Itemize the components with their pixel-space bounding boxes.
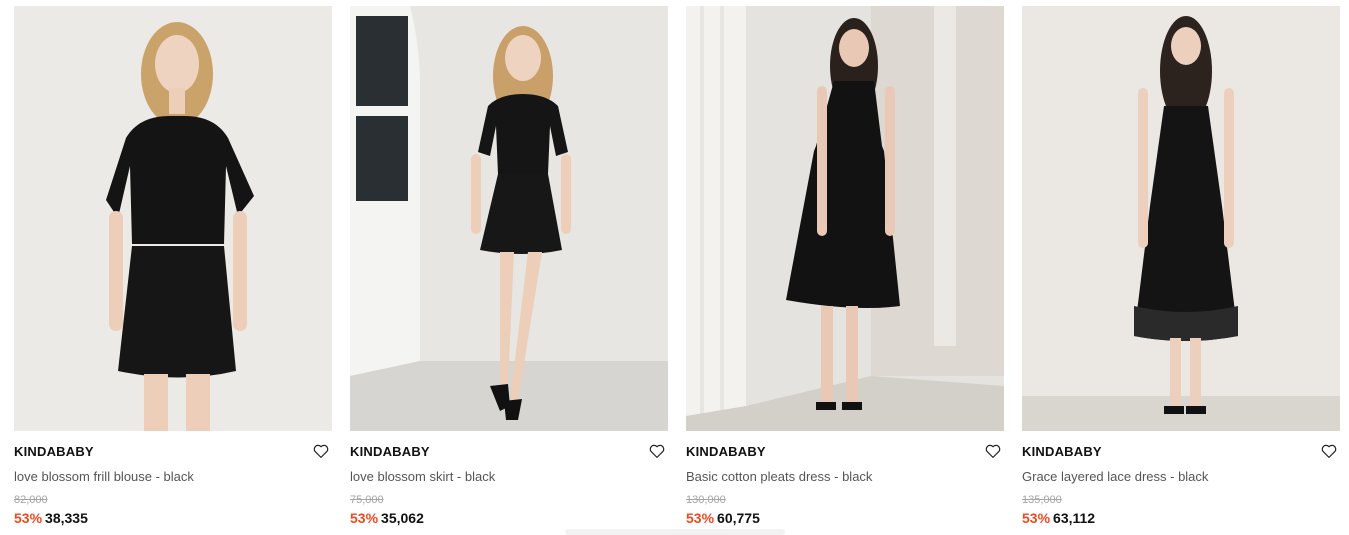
product-image[interactable] <box>350 6 668 431</box>
product-name[interactable]: Grace layered lace dress - black <box>1022 469 1208 484</box>
discount-rate: 53% <box>350 510 379 526</box>
product-card: KINDABABY love blossom skirt - black 75,… <box>350 6 668 535</box>
product-card: KINDABABY Basic cotton pleats dress - bl… <box>686 6 1004 535</box>
discount-rate: 53% <box>14 510 43 526</box>
product-card: KINDABABY love blossom frill blouse - bl… <box>14 6 332 535</box>
sale-price: 38,335 <box>45 510 88 526</box>
original-price: 75,000 <box>350 494 384 506</box>
product-name[interactable]: Basic cotton pleats dress - black <box>686 469 872 484</box>
original-price: 135,000 <box>1022 494 1062 506</box>
sale-price: 60,775 <box>717 510 760 526</box>
brand-name[interactable]: KINDABABY <box>1022 444 1102 459</box>
heart-outline-icon[interactable] <box>648 442 666 460</box>
price-row: 53% 63,112 <box>1022 510 1095 526</box>
brand-name[interactable]: KINDABABY <box>14 444 94 459</box>
product-name[interactable]: love blossom skirt - black <box>350 469 495 484</box>
product-image[interactable] <box>686 6 1004 431</box>
brand-name[interactable]: KINDABABY <box>686 444 766 459</box>
product-image[interactable] <box>1022 6 1340 431</box>
product-image[interactable] <box>14 6 332 431</box>
heart-outline-icon[interactable] <box>984 442 1002 460</box>
product-photo-illustration <box>350 6 668 431</box>
horizontal-scroll-indicator[interactable] <box>565 529 785 535</box>
original-price: 82,000 <box>14 494 48 506</box>
sale-price: 35,062 <box>381 510 424 526</box>
brand-name[interactable]: KINDABABY <box>350 444 430 459</box>
discount-rate: 53% <box>686 510 715 526</box>
product-grid: KINDABABY love blossom frill blouse - bl… <box>0 0 1349 535</box>
original-price: 130,000 <box>686 494 726 506</box>
heart-outline-icon[interactable] <box>1320 442 1338 460</box>
price-row: 53% 35,062 <box>350 510 424 526</box>
price-row: 53% 38,335 <box>14 510 88 526</box>
product-photo-illustration <box>14 6 332 431</box>
discount-rate: 53% <box>1022 510 1051 526</box>
heart-outline-icon[interactable] <box>312 442 330 460</box>
product-card: KINDABABY Grace layered lace dress - bla… <box>1022 6 1340 535</box>
product-photo-illustration <box>686 6 1004 431</box>
price-row: 53% 60,775 <box>686 510 760 526</box>
product-photo-illustration <box>1022 6 1340 431</box>
sale-price: 63,112 <box>1053 510 1096 526</box>
product-name[interactable]: love blossom frill blouse - black <box>14 469 194 484</box>
